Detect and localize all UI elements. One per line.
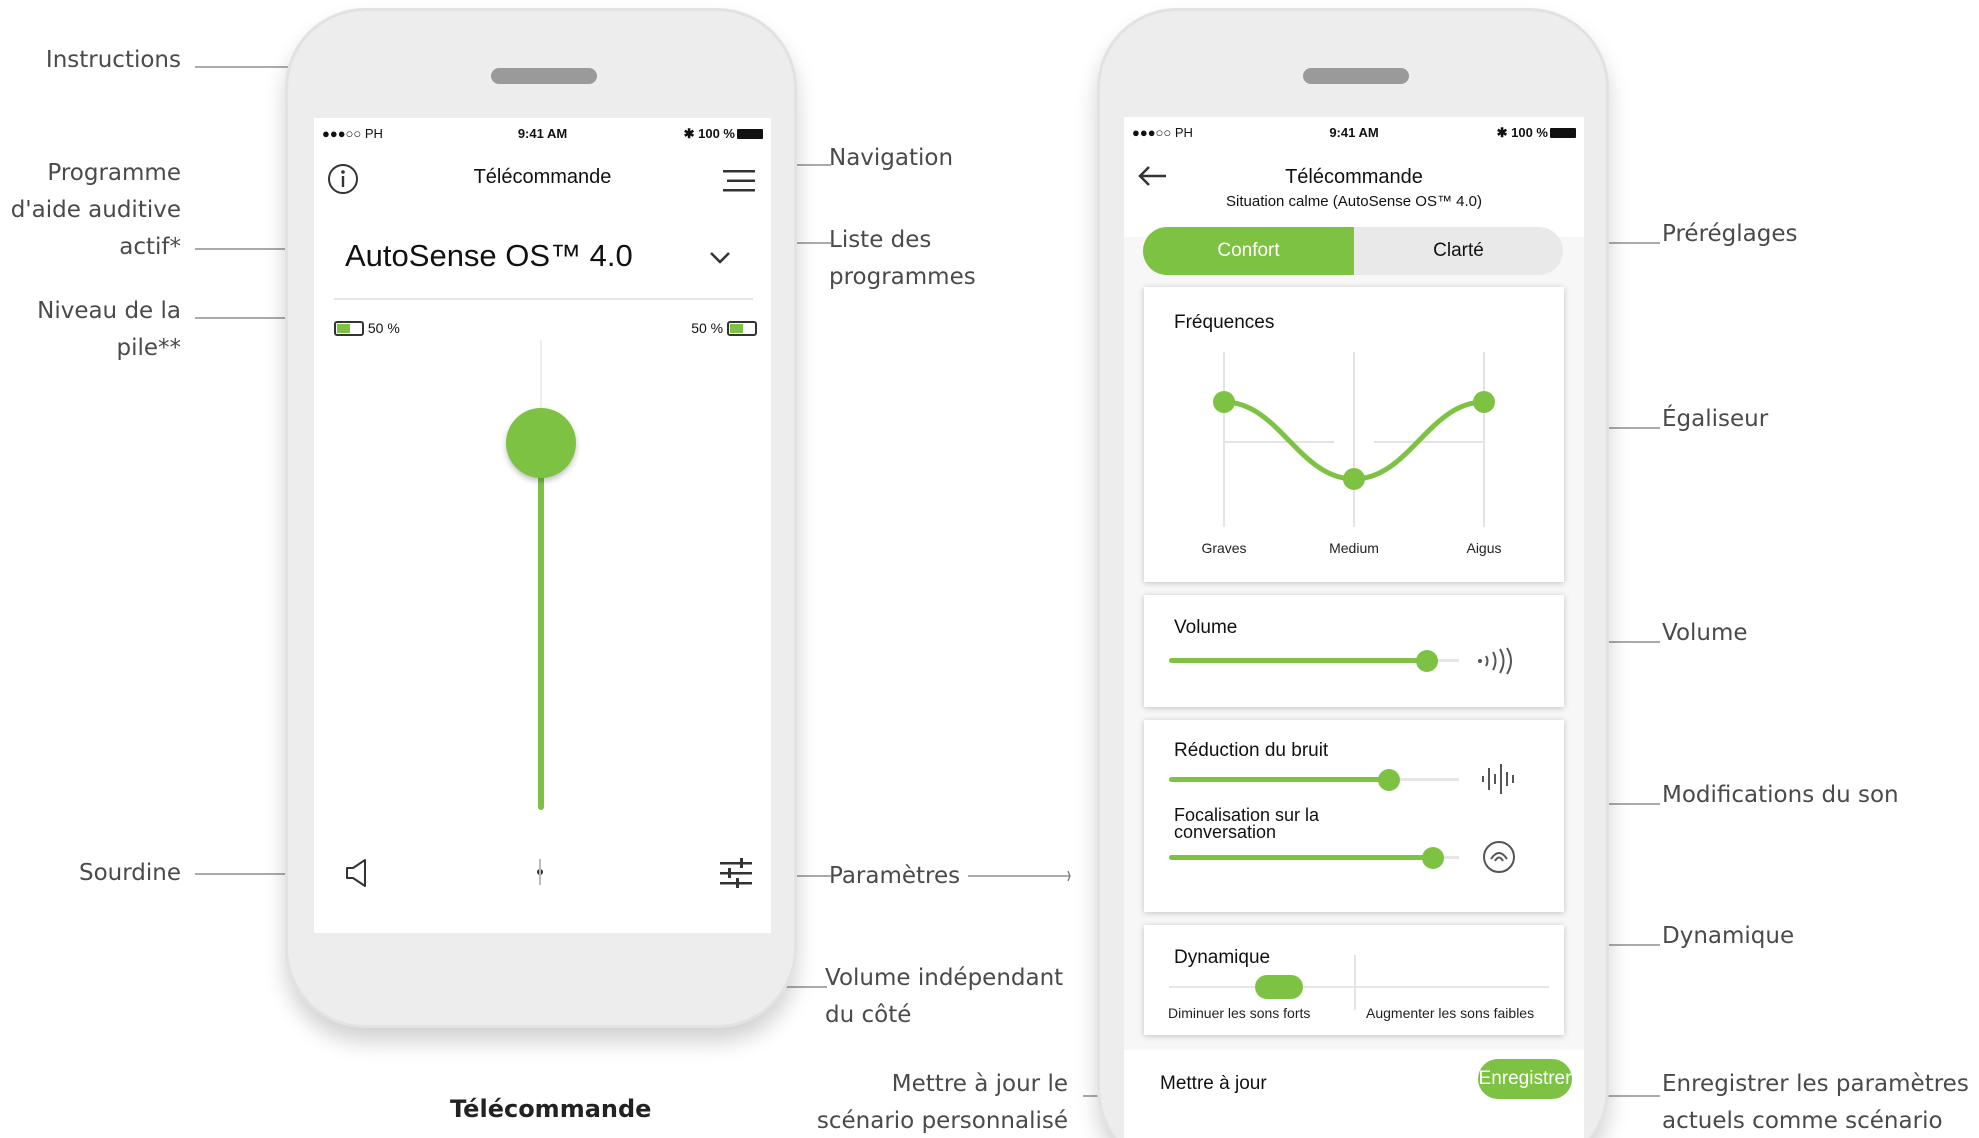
volume-knob[interactable]	[506, 408, 576, 479]
dynamics-card: Dynamique Diminuer les sons forts Augmen…	[1144, 925, 1564, 1035]
eq-label-medium: Medium	[1329, 540, 1379, 556]
annotation-battery-2: pile**	[116, 335, 181, 361]
screen-title: Télécommande	[473, 166, 612, 188]
status-battery-icon	[737, 129, 763, 139]
annotation-instructions: Instructions	[45, 47, 181, 73]
screen-subtitle: Situation calme (AutoSense OS™ 4.0)	[1226, 193, 1482, 210]
equalizer-knob-aigus	[1473, 391, 1495, 413]
speech-focus-icon	[1483, 841, 1515, 873]
phone-2-frame: ●●●○○ PH 9:41 AM ✱ 100 % Télécommande Si…	[1097, 8, 1609, 1138]
phone-2-speaker	[1303, 68, 1409, 84]
update-button[interactable]: Mettre à jour	[1160, 1073, 1267, 1095]
annotation-presets: Préréglages	[1662, 221, 1798, 247]
annotation-sound-modifications: Modifications du son	[1662, 782, 1899, 808]
annotation-program-1: Programme	[47, 160, 181, 186]
volume-waves-icon	[1478, 647, 1512, 675]
annotation-program-3: actif*	[119, 234, 181, 260]
divider	[334, 298, 753, 300]
annotation-update-1: Mettre à jour le	[891, 1071, 1068, 1097]
volume-fill	[538, 443, 544, 810]
phone-1-screen: ●●●○○ PH 9:41 AM ✱ 100 % Télécommande Au…	[314, 118, 771, 933]
volume-card: Volume	[1144, 595, 1564, 707]
dynamics-track	[1169, 986, 1549, 988]
figure-caption: Télécommande	[450, 1095, 652, 1123]
speech-focus-title: Focalisation sur la conversation	[1174, 806, 1319, 842]
noise-reduction-knob[interactable]	[1378, 769, 1401, 791]
phone-1-speaker	[491, 68, 597, 84]
preset-confort[interactable]: Confort	[1143, 227, 1354, 275]
status-battery-icon-2	[1550, 128, 1576, 138]
battery-icon-left	[334, 321, 364, 336]
annotation-settings: Paramètres	[829, 863, 961, 889]
status-battery: ✱ 100 %	[684, 126, 763, 142]
dynamics-divider	[1354, 955, 1356, 1010]
annotation-dynamics: Dynamique	[1662, 923, 1795, 949]
eq-label-aigus: Aigus	[1466, 540, 1502, 556]
noise-reduction-icon	[1482, 764, 1514, 794]
status-battery-2: ✱ 100 %	[1497, 125, 1576, 141]
volume-card-title: Volume	[1174, 617, 1238, 638]
status-battery-text-2: 100 %	[1511, 125, 1548, 140]
battery-right-value: 50 %	[691, 320, 724, 336]
dynamics-right-label: Augmenter les sons faibles	[1366, 1005, 1535, 1021]
annotation-save-1: Enregistrer les paramètres	[1662, 1071, 1969, 1097]
annotation-side-volume-2: du côté	[825, 1002, 912, 1028]
battery-icon-right	[727, 321, 757, 336]
annotation-program-2: d'aide auditive	[10, 197, 181, 223]
preset-clarte[interactable]: Clarté	[1354, 227, 1563, 275]
status-bar: ●●●○○ PH 9:41 AM ✱ 100 %	[314, 118, 771, 148]
eq-label-graves: Graves	[1201, 540, 1247, 556]
battery-right: 50 %	[691, 320, 757, 336]
equalizer-knob-graves	[1213, 391, 1235, 413]
save-button[interactable]: Enregistrer	[1478, 1059, 1572, 1099]
annotation-program-list-1: Liste des	[829, 227, 932, 253]
menu-icon[interactable]	[723, 168, 755, 194]
noise-reduction-title: Réduction du bruit	[1174, 740, 1329, 761]
chevron-down-icon[interactable]	[708, 250, 732, 266]
speaker-mute-icon[interactable]	[344, 858, 370, 888]
presets-toggle: Confort Clarté	[1143, 227, 1563, 275]
equalizer-card: Fréquences Graves Medium Aigus	[1144, 287, 1564, 582]
speech-focus-title-2: conversation	[1174, 822, 1277, 842]
status-battery-text: 100 %	[698, 126, 735, 141]
annotation-equalizer: Égaliseur	[1662, 406, 1769, 432]
annotation-battery-1: Niveau de la	[37, 298, 181, 324]
dynamics-knob[interactable]	[1255, 975, 1304, 999]
settings-sliders-icon[interactable]	[720, 858, 752, 888]
speech-focus-fill	[1169, 855, 1433, 860]
annotation-side-volume-1: Volume indépendant	[825, 965, 1064, 991]
noise-reduction-fill	[1169, 777, 1390, 782]
phone-1-frame: ●●●○○ PH 9:41 AM ✱ 100 % Télécommande Au…	[285, 8, 797, 1028]
header-2	[1124, 147, 1584, 237]
annotation-volume: Volume	[1662, 620, 1748, 646]
annotation-mute: Sourdine	[78, 860, 181, 886]
equalizer-knob-medium	[1343, 468, 1365, 490]
speech-focus-knob[interactable]	[1421, 847, 1444, 869]
dynamics-title: Dynamique	[1174, 947, 1271, 968]
annotation-program-list-2: programmes	[829, 264, 976, 290]
bluetooth-icon: ✱	[683, 126, 695, 141]
screen-title-2: Télécommande	[1285, 166, 1423, 188]
side-volume-line	[539, 859, 541, 885]
annotation-update-2: scénario personnalisé	[816, 1108, 1068, 1134]
sound-modifications-card: Réduction du bruit Focalisation sur la c…	[1144, 720, 1564, 912]
dynamics-left-label: Diminuer les sons forts	[1168, 1005, 1311, 1021]
bluetooth-icon-2: ✱	[1496, 125, 1508, 140]
equalizer-graph[interactable]	[1144, 287, 1564, 582]
program-name[interactable]: AutoSense OS™ 4.0	[345, 238, 633, 274]
annotation-save-2: actuels comme scénario	[1662, 1108, 1943, 1134]
annotation-navigation: Navigation	[829, 145, 954, 171]
volume-slider-knob[interactable]	[1416, 650, 1439, 672]
status-bar-2: ●●●○○ PH 9:41 AM ✱ 100 %	[1124, 117, 1584, 147]
battery-left: 50 %	[334, 320, 400, 336]
volume-slider-fill	[1169, 658, 1428, 663]
battery-left-value: 50 %	[367, 320, 400, 336]
phone-2-screen: ●●●○○ PH 9:41 AM ✱ 100 % Télécommande Si…	[1124, 117, 1584, 1138]
